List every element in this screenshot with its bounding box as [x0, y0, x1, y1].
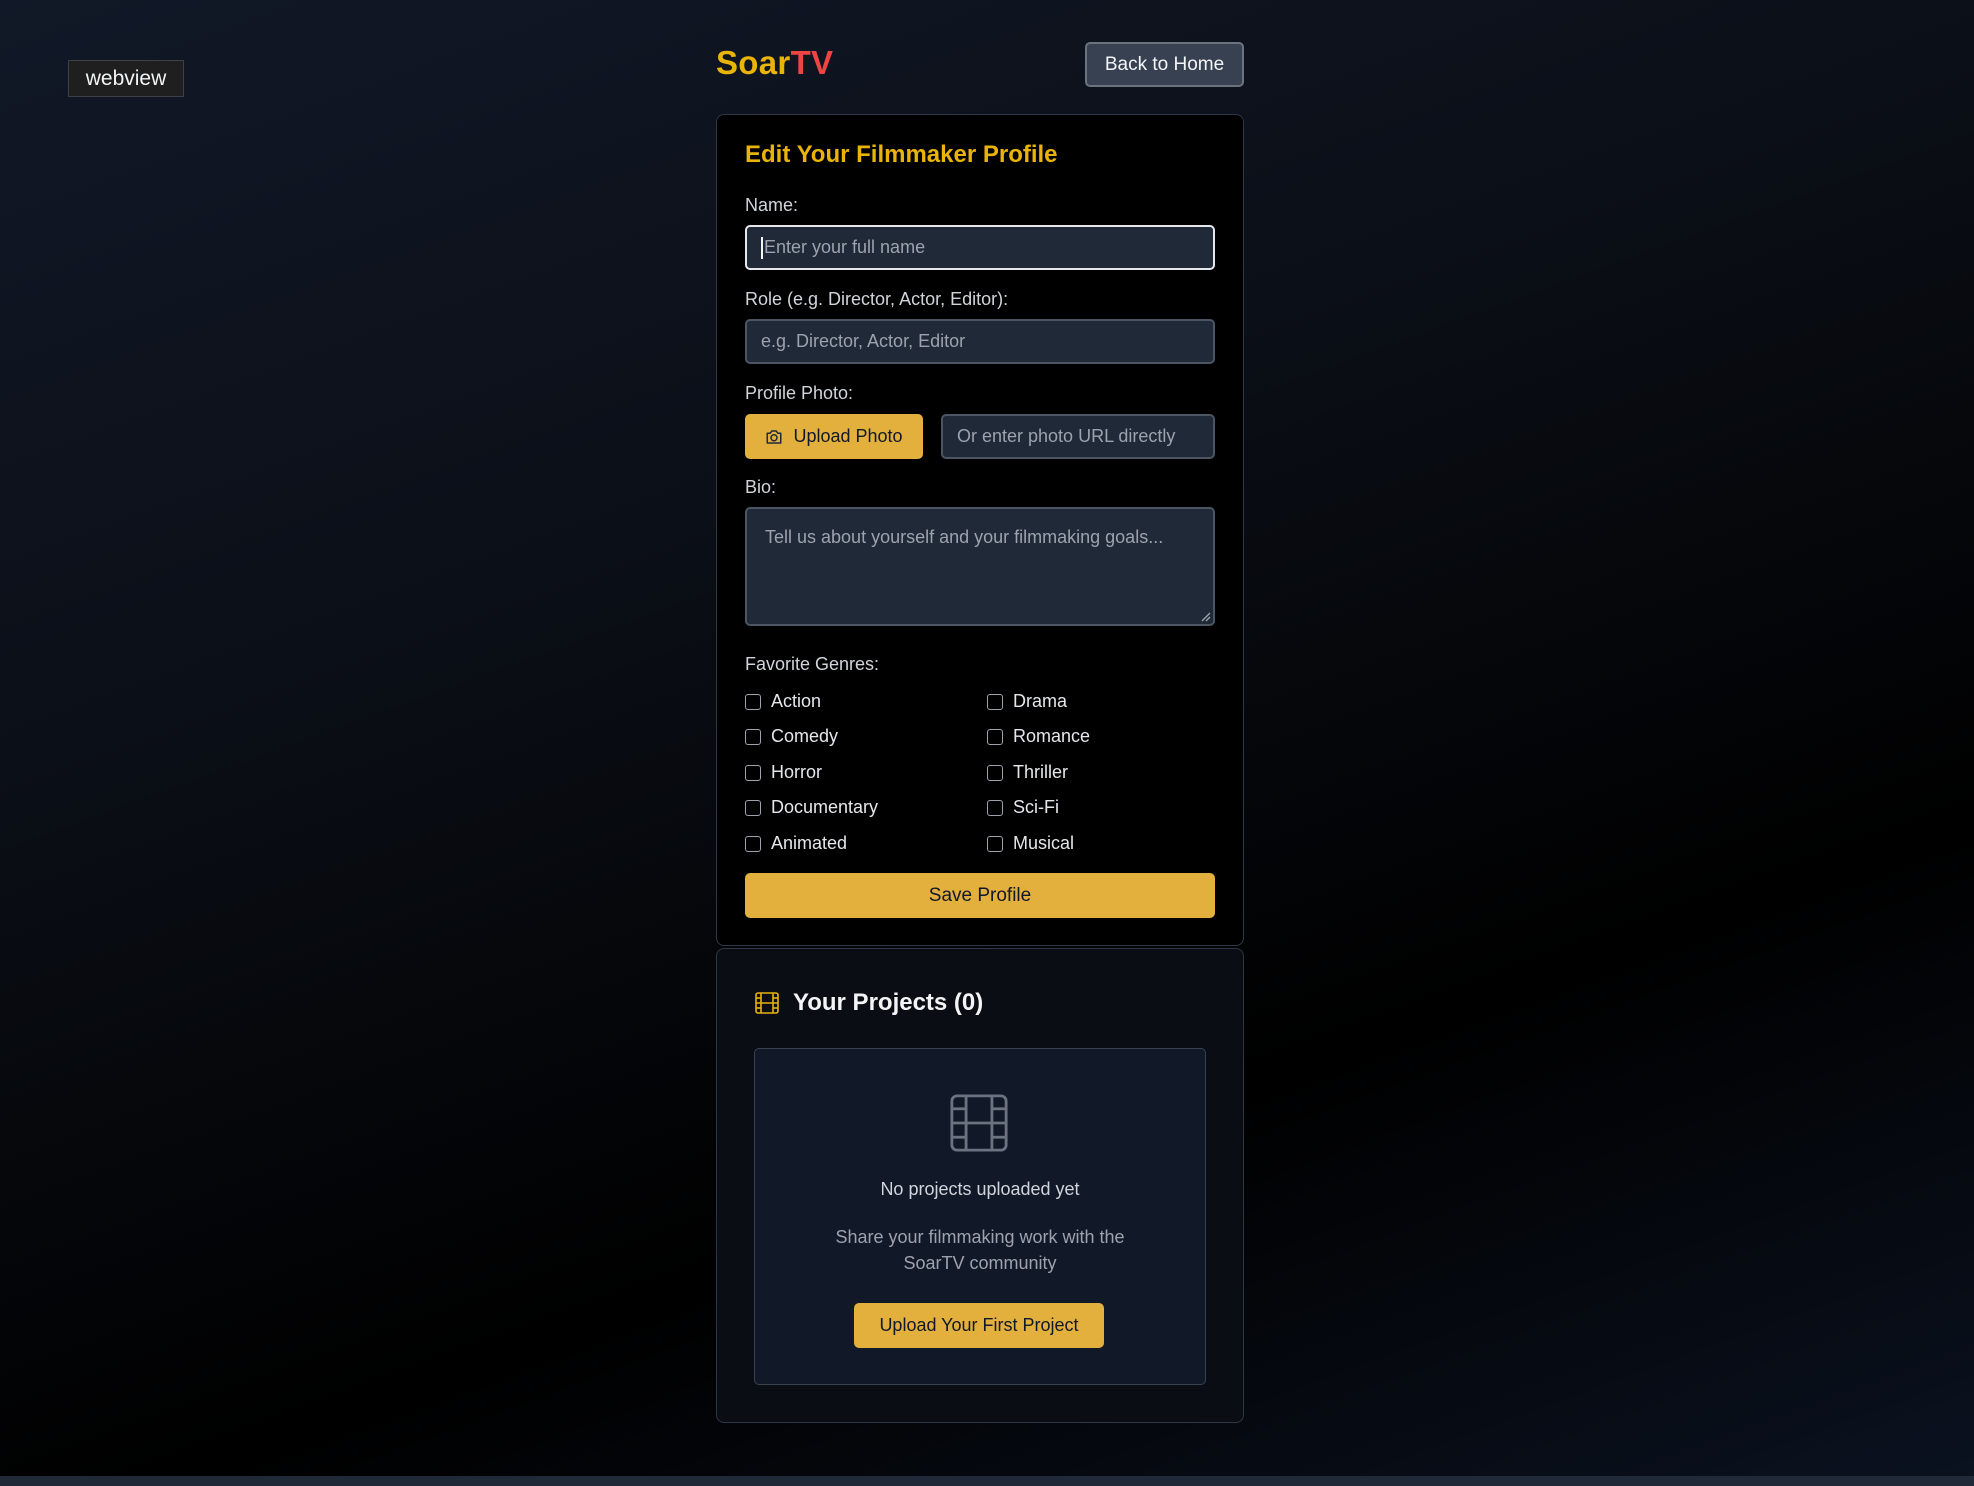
- checkbox[interactable]: [987, 693, 1003, 710]
- photo-url-input[interactable]: Or enter photo URL directly: [941, 414, 1215, 459]
- profile-form-card: Edit Your Filmmaker Profile Name: Enter …: [716, 114, 1244, 946]
- checkbox[interactable]: [987, 835, 1003, 852]
- genre-checkbox-horror[interactable]: Horror: [745, 762, 822, 783]
- projects-card: Your Projects (0) No projects uploaded y…: [716, 948, 1244, 1423]
- upload-photo-button[interactable]: Upload Photo: [745, 414, 923, 459]
- bio-textarea[interactable]: Tell us about yourself and your filmmaki…: [745, 507, 1215, 626]
- role-label: Role (e.g. Director, Actor, Editor):: [745, 289, 1009, 309]
- genre-label: Sci-Fi: [1013, 797, 1059, 817]
- genre-label: Drama: [1013, 691, 1068, 711]
- genre-label: Musical: [1013, 833, 1075, 853]
- name-input[interactable]: Enter your full name: [745, 225, 1215, 270]
- genre-checkbox-animated[interactable]: Animated: [745, 833, 847, 854]
- projects-header: Your Projects (0): [755, 989, 983, 1017]
- role-placeholder: e.g. Director, Actor, Editor: [761, 331, 966, 351]
- checkbox[interactable]: [745, 728, 761, 745]
- checkbox[interactable]: [987, 728, 1003, 745]
- profile-form-title: Edit Your Filmmaker Profile: [745, 141, 1058, 168]
- projects-title: Your Projects (0): [793, 989, 984, 1016]
- checkbox[interactable]: [987, 764, 1003, 781]
- empty-projects-state: No projects uploaded yet Share your film…: [754, 1048, 1206, 1385]
- bio-placeholder: Tell us about yourself and your filmmaki…: [765, 527, 1164, 547]
- upload-first-project-button[interactable]: Upload Your First Project: [854, 1303, 1104, 1348]
- empty-projects-title: No projects uploaded yet: [880, 1179, 1080, 1199]
- film-icon: [755, 992, 779, 1014]
- bottom-strip: [0, 1476, 1974, 1486]
- photo-url-placeholder: Or enter photo URL directly: [957, 426, 1176, 446]
- role-input[interactable]: e.g. Director, Actor, Editor: [745, 319, 1215, 364]
- genre-checkbox-sci-fi[interactable]: Sci-Fi: [987, 797, 1059, 818]
- checkbox[interactable]: [745, 764, 761, 781]
- checkbox[interactable]: [745, 799, 761, 816]
- back-to-home-button[interactable]: Back to Home: [1085, 42, 1244, 87]
- genre-label: Comedy: [771, 726, 839, 746]
- checkbox[interactable]: [745, 693, 761, 710]
- genre-label: Thriller: [1013, 762, 1069, 782]
- save-profile-button[interactable]: Save Profile: [745, 873, 1215, 918]
- genre-checkbox-musical[interactable]: Musical: [987, 833, 1074, 854]
- name-placeholder: Enter your full name: [764, 237, 926, 257]
- genre-label: Animated: [771, 833, 848, 853]
- genre-checkbox-romance[interactable]: Romance: [987, 726, 1090, 747]
- genre-checkbox-drama[interactable]: Drama: [987, 691, 1067, 712]
- checkbox[interactable]: [987, 799, 1003, 816]
- genre-checkbox-documentary[interactable]: Documentary: [745, 797, 878, 818]
- resize-grip-icon[interactable]: [1199, 610, 1211, 622]
- webview-tag: webview: [68, 60, 184, 97]
- checkbox[interactable]: [745, 835, 761, 852]
- camera-icon: [766, 429, 782, 444]
- film-large-icon: [950, 1094, 1008, 1152]
- genre-label: Action: [771, 691, 822, 711]
- logo-tv: TV: [790, 44, 834, 81]
- genres-label: Favorite Genres:: [745, 654, 880, 674]
- genre-checkbox-comedy[interactable]: Comedy: [745, 726, 838, 747]
- bio-label: Bio:: [745, 477, 777, 497]
- logo: SoarTV: [716, 44, 833, 82]
- genre-checkbox-thriller[interactable]: Thriller: [987, 762, 1068, 783]
- text-caret: [761, 236, 763, 259]
- upload-photo-label: Upload Photo: [793, 426, 903, 446]
- genre-checkbox-action[interactable]: Action: [745, 691, 821, 712]
- genre-label: Romance: [1013, 726, 1091, 746]
- genre-label: Horror: [771, 762, 823, 782]
- header: SoarTV Back to Home: [716, 40, 1244, 90]
- photo-label: Profile Photo:: [745, 383, 854, 403]
- empty-projects-subtitle: Share your filmmaking work with the Soar…: [835, 1227, 1125, 1273]
- logo-soar: Soar: [716, 44, 791, 81]
- name-label: Name:: [745, 195, 799, 215]
- genre-label: Documentary: [771, 797, 879, 817]
